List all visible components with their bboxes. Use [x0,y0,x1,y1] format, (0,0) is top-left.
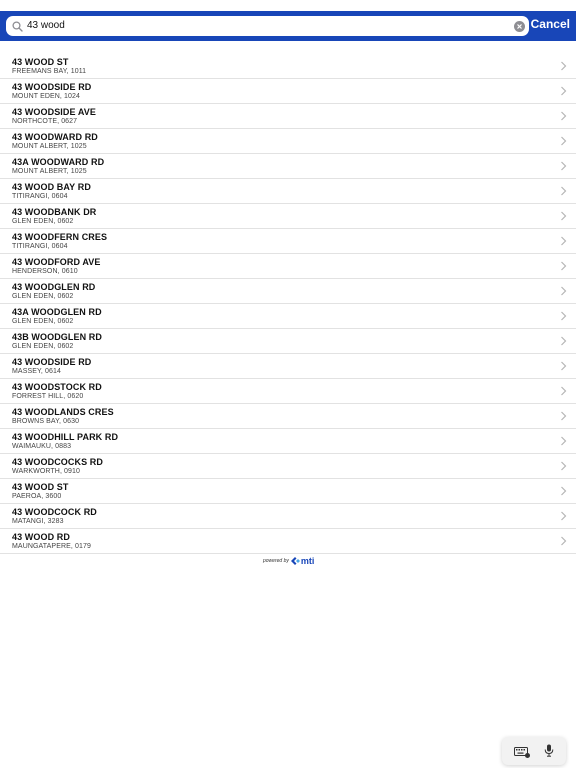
result-suburb: WAIMAUKU, 0883 [12,443,72,450]
result-street: 43 WOODHILL PARK RD [12,432,119,442]
powered-by-label: powered by [263,558,289,564]
chevron-right-icon [561,336,567,346]
result-suburb: MASSEY, 0614 [12,368,61,375]
result-street: 43 WOOD ST [12,57,69,67]
result-item[interactable]: 43 WOODGLEN RD GLEN EDEN, 0602 [0,278,576,303]
result-street: 43 WOODFORD AVE [12,257,101,267]
result-suburb: HENDERSON, 0610 [12,268,78,275]
result-item[interactable]: 43A WOODWARD RD MOUNT ALBERT, 1025 [0,153,576,178]
result-suburb: TITIRANGI, 0604 [12,193,68,200]
result-street: 43 WOOD RD [12,532,71,542]
chevron-right-icon [561,486,567,496]
result-item[interactable]: 43 WOODHILL PARK RD WAIMAUKU, 0883 [0,428,576,453]
result-suburb: BROWNS BAY, 0630 [12,418,80,425]
chevron-right-icon [561,61,567,71]
chevron-right-icon [561,286,567,296]
chevron-right-icon [561,161,567,171]
search-icon [10,19,24,33]
result-street: 43B WOODGLEN RD [12,332,103,342]
microphone-icon[interactable] [544,744,554,762]
search-header: Cancel [0,11,576,41]
result-street: 43 WOODBANK DR [12,207,97,217]
chevron-right-icon [561,261,567,271]
result-item[interactable]: 43 WOODCOCK RD MATANGI, 3283 [0,503,576,528]
result-suburb: MATANGI, 3283 [12,518,64,525]
chevron-right-icon [561,311,567,321]
result-item[interactable]: 43 WOODSTOCK RD FORREST HILL, 0620 [0,378,576,403]
results-list: 43 WOOD ST FREEMANS BAY, 1011 43 WOODSIDE … [0,54,576,554]
result-item[interactable]: 43 WOODSIDE RD MASSEY, 0614 [0,353,576,378]
result-suburb: MOUNT ALBERT, 1025 [12,168,87,175]
result-suburb: WARKWORTH, 0910 [12,468,81,475]
search-box[interactable] [6,16,529,36]
result-street: 43 WOOD BAY RD [12,182,91,192]
cancel-button[interactable]: Cancel [531,17,570,31]
result-street: 43 WOODFERN CRES [12,232,108,242]
result-street: 43 WOODSTOCK RD [12,382,102,392]
result-item[interactable]: 43 WOODBANK DR GLEN EDEN, 0602 [0,203,576,228]
keyboard-icon[interactable] [514,745,530,763]
result-street: 43 WOOD ST [12,482,69,492]
result-street: 43 WOODLANDS CRES [12,407,114,417]
chevron-right-icon [561,386,567,396]
result-item[interactable]: 43 WOOD RD MAUNGATAPERE, 0179 [0,528,576,553]
result-item[interactable]: 43A WOODGLEN RD GLEN EDEN, 0602 [0,303,576,328]
result-item[interactable]: 43 WOODSIDE AVE NORTHCOTE, 0627 [0,103,576,128]
result-suburb: TITIRANGI, 0604 [12,243,68,250]
mti-brand: mti [300,556,315,566]
result-suburb: PAEROA, 3600 [12,493,62,500]
result-street: 43 WOODCOCKS RD [12,457,104,467]
search-input[interactable] [27,17,507,35]
result-item[interactable]: 43 WOOD BAY RD TITIRANGI, 0604 [0,178,576,203]
chevron-right-icon [561,236,567,246]
result-item[interactable]: 43 WOODFERN CRES TITIRANGI, 0604 [0,228,576,253]
chevron-right-icon [561,461,567,471]
result-item[interactable]: 43B WOODGLEN RD GLEN EDEN, 0602 [0,328,576,353]
chevron-right-icon [561,211,567,221]
result-item[interactable]: 43 WOOD ST PAEROA, 3600 [0,478,576,503]
result-street: 43A WOODGLEN RD [12,307,102,317]
result-item[interactable]: 43 WOODLANDS CRES BROWNS BAY, 0630 [0,403,576,428]
chevron-right-icon [561,436,567,446]
result-suburb: FORREST HILL, 0620 [12,393,84,400]
result-suburb: FREEMANS BAY, 1011 [12,68,87,75]
chevron-right-icon [561,511,567,521]
clear-icon[interactable] [513,20,525,32]
chevron-right-icon [561,86,567,96]
chevron-right-icon [561,411,567,421]
chevron-right-icon [561,186,567,196]
result-street: 43 WOODCOCK RD [12,507,97,517]
result-suburb: MAUNGATAPERE, 0179 [12,543,91,550]
result-suburb: GLEN EDEN, 0602 [12,218,74,225]
result-street: 43 WOODWARD RD [12,132,98,142]
result-street: 43A WOODWARD RD [12,157,105,167]
mti-logo: mti [290,556,315,566]
result-suburb: GLEN EDEN, 0602 [12,318,74,325]
result-item[interactable]: 43 WOODFORD AVE HENDERSON, 0610 [0,253,576,278]
result-suburb: MOUNT ALBERT, 1025 [12,143,87,150]
result-suburb: GLEN EDEN, 0602 [12,293,74,300]
result-item[interactable]: 43 WOODCOCKS RD WARKWORTH, 0910 [0,453,576,478]
result-suburb: GLEN EDEN, 0602 [12,343,74,350]
chevron-right-icon [561,536,567,546]
result-item[interactable]: 43 WOODWARD RD MOUNT ALBERT, 1025 [0,128,576,153]
keyboard-shortcut-panel [502,737,566,765]
result-street: 43 WOODSIDE AVE [12,107,97,117]
chevron-right-icon [561,361,567,371]
result-item[interactable]: 43 WOOD ST FREEMANS BAY, 1011 [0,54,576,78]
powered-by-mti: powered by mti [263,556,314,566]
result-street: 43 WOODSIDE RD [12,82,92,92]
result-suburb: MOUNT EDEN, 1024 [12,93,80,100]
result-street: 43 WOODSIDE RD [12,357,92,367]
result-street: 43 WOODGLEN RD [12,282,96,292]
chevron-right-icon [561,111,567,121]
chevron-right-icon [561,136,567,146]
mti-logo-icon [290,557,300,565]
result-item[interactable]: 43 WOODSIDE RD MOUNT EDEN, 1024 [0,78,576,103]
result-suburb: NORTHCOTE, 0627 [12,118,78,125]
